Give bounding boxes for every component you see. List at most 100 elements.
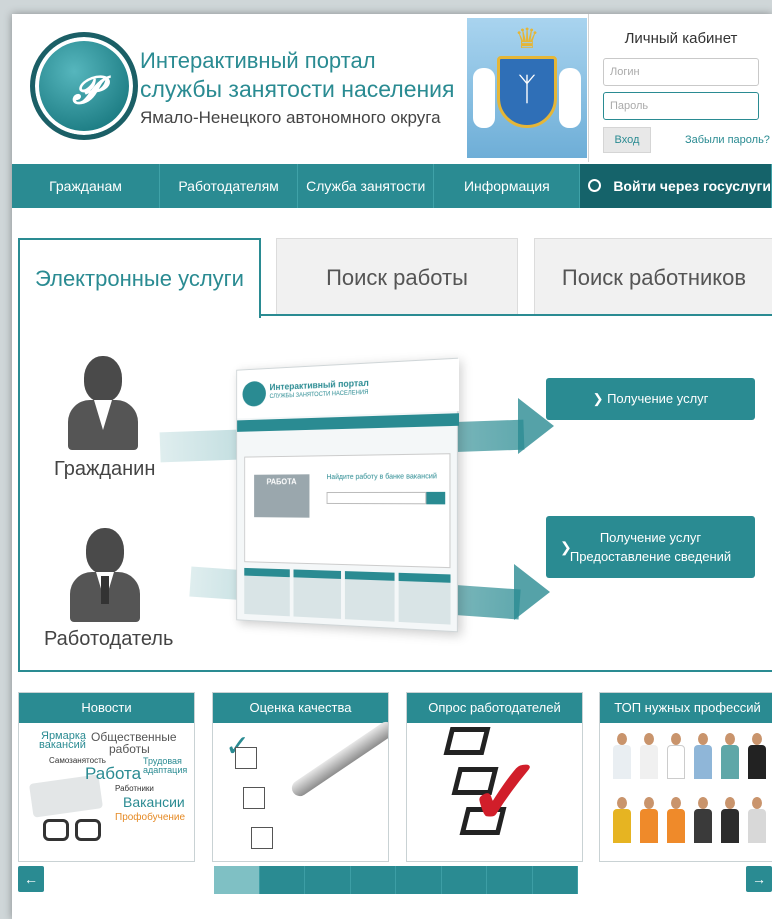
- cloud-word: Работники: [115, 784, 154, 793]
- cloud-word: Работа: [85, 764, 142, 783]
- employer-label: Работодатель: [44, 628, 174, 650]
- pager-dots: [214, 866, 578, 894]
- pager-dot[interactable]: [532, 866, 578, 894]
- worker-icon: [745, 797, 768, 857]
- site-header: 𝓟 Интерактивный портал службы занятости …: [12, 14, 772, 164]
- password-input[interactable]: [603, 92, 759, 120]
- citizen-label: Гражданин: [54, 458, 156, 480]
- nav-item-citizens[interactable]: Гражданам: [12, 164, 160, 208]
- card-title: ТОП нужных профессий: [600, 693, 772, 723]
- bear-right-icon: [559, 68, 581, 128]
- card-news[interactable]: Новости Ярмарка вакансий Общественные ра…: [18, 692, 195, 862]
- shield-icon: ᛉ: [497, 56, 557, 128]
- cabinet-title: Личный кабинет: [624, 30, 738, 47]
- cards-pager: ← →: [12, 866, 772, 898]
- forgot-password-link[interactable]: Забыли пароль?: [685, 134, 770, 146]
- preview-tile: [293, 569, 342, 619]
- portal-preview-image: Интерактивный портал СЛУЖБЫ ЗАНЯТОСТИ НА…: [236, 357, 460, 633]
- worker-icon: [718, 733, 741, 793]
- cloud-word: работы: [109, 742, 150, 756]
- professions-illustration: [610, 733, 768, 857]
- red-checkmark-icon: ✓: [467, 742, 545, 844]
- bear-left-icon: [473, 68, 495, 128]
- preview-find-text: Найдите работу в банке вакансий: [326, 473, 437, 482]
- cloud-word: Профобучение: [115, 812, 186, 823]
- pager-dot[interactable]: [441, 866, 487, 894]
- pen-icon: [288, 718, 388, 800]
- portal-logo[interactable]: 𝓟: [30, 32, 138, 140]
- employer-services-button[interactable]: ❯ Получение услуг Предоставление сведени…: [546, 516, 755, 578]
- site-title-line2: службы занятости населения: [140, 76, 455, 102]
- pager-dot[interactable]: [396, 866, 442, 894]
- cloud-word: вакансий: [39, 739, 86, 751]
- card-title: Оценка качества: [213, 693, 388, 723]
- preview-search-box: РАБОТА Найдите работу в банке вакансий: [244, 453, 451, 569]
- tab-worker-search[interactable]: Поиск работников: [534, 238, 772, 316]
- card-top-professions[interactable]: ТОП нужных профессий: [599, 692, 772, 862]
- preview-tile: [244, 567, 290, 617]
- chevron-right-icon: ❯: [592, 391, 608, 406]
- login-input[interactable]: [603, 58, 759, 86]
- tab-e-services[interactable]: Электронные услуги: [18, 238, 261, 318]
- checkbox-icon: [251, 827, 273, 849]
- gosuslugi-ring-icon: [588, 178, 602, 192]
- chevron-right-icon: ❯: [560, 539, 572, 555]
- tab-job-search[interactable]: Поиск работы: [276, 238, 518, 316]
- logo-mark-icon: 𝓟: [72, 67, 100, 112]
- next-arrow-button[interactable]: →: [746, 866, 772, 892]
- main-nav: Гражданам Работодателям Служба занятости…: [12, 164, 772, 208]
- pager-dot[interactable]: [305, 866, 351, 894]
- get-services-label: Получение услуг: [607, 391, 709, 406]
- worker-icon: [637, 733, 660, 793]
- worker-icon: [745, 733, 768, 793]
- employer-services-line2: Предоставление сведений: [569, 549, 732, 564]
- worker-icon: [691, 797, 714, 857]
- checkbox-icon: [243, 787, 265, 809]
- info-cards: Новости Ярмарка вакансий Общественные ра…: [18, 692, 772, 862]
- deer-icon: ᛉ: [517, 71, 537, 107]
- citizen-icon: [68, 356, 138, 450]
- cloud-word: адаптация: [143, 765, 188, 775]
- gosuslugi-label: Войти через госуслуги: [613, 178, 771, 194]
- worker-icon: [664, 797, 687, 857]
- prev-arrow-button[interactable]: ←: [18, 866, 44, 892]
- card-title: Новости: [19, 693, 194, 723]
- personal-cabinet: Личный кабинет Вход Забыли пароль?: [588, 14, 772, 162]
- site-title-line1: Интерактивный портал: [140, 48, 376, 73]
- card-employer-survey[interactable]: Опрос работодателей ✓: [406, 692, 583, 862]
- nav-item-information[interactable]: Информация: [434, 164, 581, 208]
- card-title: Опрос работодателей: [407, 693, 582, 723]
- pager-dot[interactable]: [487, 866, 533, 894]
- worker-icon: [691, 733, 714, 793]
- preview-work-label: РАБОТА: [254, 474, 310, 518]
- preview-tile: [398, 572, 451, 625]
- nav-item-employers[interactable]: Работодателям: [160, 164, 299, 208]
- arrow-right-icon: [514, 564, 550, 620]
- news-word-cloud: Ярмарка вакансий Общественные работы Сам…: [19, 723, 194, 861]
- get-services-button[interactable]: ❯ Получение услуг: [546, 378, 755, 420]
- preview-header: Интерактивный портал СЛУЖБЫ ЗАНЯТОСТИ НА…: [237, 358, 460, 419]
- login-button[interactable]: Вход: [603, 127, 651, 153]
- preview-tiles: [244, 567, 451, 625]
- pager-dot[interactable]: [214, 866, 260, 894]
- worker-icon: [664, 733, 687, 793]
- pager-dot[interactable]: [350, 866, 396, 894]
- page: 𝓟 Интерактивный портал службы занятости …: [12, 14, 772, 919]
- worker-icon: [718, 797, 741, 857]
- checkbox-icon: [235, 747, 257, 769]
- employer-services-line1: Получение услуг: [599, 530, 702, 545]
- employer-icon: [70, 528, 140, 622]
- glasses-icon: [39, 819, 109, 845]
- region-emblem: ♛ ᛉ: [467, 18, 587, 158]
- crown-icon: ♛: [514, 23, 540, 54]
- card-quality-rating[interactable]: Оценка качества ✓: [212, 692, 389, 862]
- pager-dot[interactable]: [259, 866, 305, 894]
- nav-item-employment-service[interactable]: Служба занятости: [298, 164, 435, 208]
- preview-search-field: [326, 491, 427, 505]
- cloud-word: Вакансии: [123, 794, 185, 810]
- preview-logo-icon: [242, 380, 266, 407]
- gosuslugi-login-button[interactable]: Войти через госуслуги: [580, 164, 772, 208]
- preview-search-icon: [426, 491, 446, 505]
- worker-icon: [610, 797, 633, 857]
- e-services-panel: Гражданин Работодатель Интерактивный пор…: [18, 314, 772, 672]
